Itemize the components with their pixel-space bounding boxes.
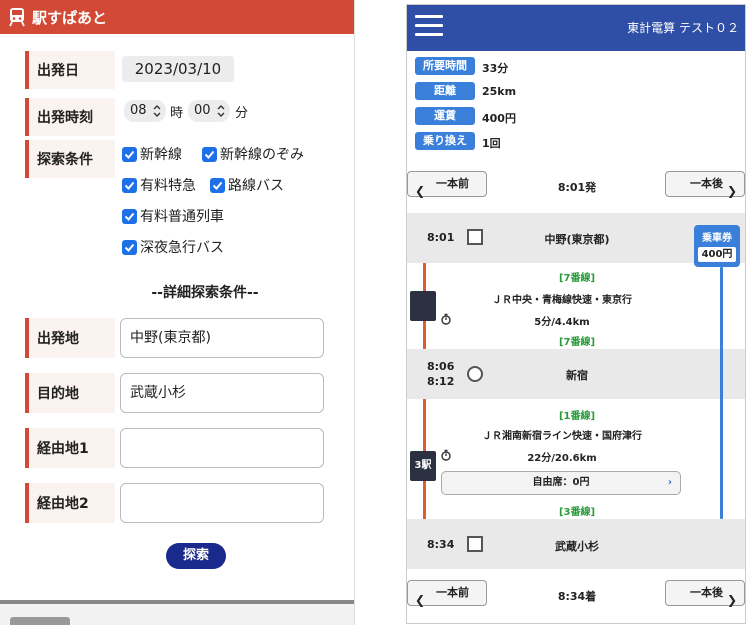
checkbox-label: 有料特急 bbox=[140, 178, 196, 194]
platform-from: [7番線] bbox=[558, 273, 596, 284]
checkbox-label: 有料普通列車 bbox=[140, 209, 224, 225]
result-header: 東計電算 テスト０２ bbox=[407, 5, 745, 51]
via2-input[interactable] bbox=[120, 483, 324, 523]
segment-stats: 5分/4.4km bbox=[534, 317, 590, 328]
duration-value: 33分 bbox=[482, 62, 509, 75]
hour-unit: 時 bbox=[170, 106, 184, 121]
minute-value: 00 bbox=[194, 103, 211, 118]
transfer-value: 1回 bbox=[482, 137, 501, 150]
checkbox-label: 路線バス bbox=[228, 178, 284, 194]
platform-from: [1番線] bbox=[558, 411, 596, 422]
search-form-pane: 駅すぱあと 出発日 2023/03/10 出発時刻 08 時 00 分 探索条件… bbox=[0, 0, 355, 625]
stop-count-badge: 3駅 bbox=[410, 451, 436, 481]
transfer-station-circle-icon bbox=[467, 366, 483, 382]
station-time: 8:01 bbox=[427, 231, 455, 244]
from-input[interactable]: 中野(東京都) bbox=[120, 318, 324, 358]
transfer-label: 乗り換え bbox=[415, 132, 475, 150]
chevron-right-icon: ❯ bbox=[726, 184, 737, 198]
checkbox-checked-icon bbox=[210, 177, 225, 193]
user-title: 東計電算 テスト０２ bbox=[627, 21, 739, 35]
conditions-label: 探索条件 bbox=[25, 140, 115, 178]
prev-train-label: 一本前 bbox=[436, 177, 469, 190]
checkbox-checked-icon bbox=[122, 208, 137, 224]
checkbox-route-bus[interactable]: 路線バス bbox=[210, 175, 284, 195]
chevron-right-icon: › bbox=[667, 477, 672, 488]
fare-value: 400円 bbox=[482, 112, 516, 125]
duration-label: 所要時間 bbox=[415, 57, 475, 75]
via1-input[interactable] bbox=[120, 428, 324, 468]
date-field[interactable]: 2023/03/10 bbox=[122, 56, 234, 82]
chevron-left-icon: ❮ bbox=[415, 184, 426, 198]
checkbox-paid-local-train[interactable]: 有料普通列車 bbox=[122, 206, 224, 226]
via1-label: 経由地1 bbox=[25, 428, 115, 468]
station-row: 8:06 8:12 新宿 bbox=[407, 349, 745, 399]
via2-label: 経由地2 bbox=[25, 483, 115, 523]
station-name: 新宿 bbox=[566, 369, 588, 382]
to-label: 目的地 bbox=[25, 373, 115, 413]
next-train-label: 一本後 bbox=[690, 177, 723, 190]
time-label: 出発時刻 bbox=[25, 98, 115, 136]
station-checkbox[interactable] bbox=[467, 229, 483, 245]
footer-bar bbox=[0, 600, 354, 625]
platform-to: [7番線] bbox=[558, 337, 596, 348]
next-train-label: 一本後 bbox=[690, 586, 723, 599]
station-row: 8:34 武蔵小杉 bbox=[407, 519, 745, 569]
train-icon bbox=[9, 8, 25, 27]
app-header: 駅すぱあと bbox=[0, 0, 354, 34]
prev-train-button[interactable]: ❮ 一本前 bbox=[407, 580, 487, 607]
checkbox-label: 新幹線 bbox=[140, 147, 182, 163]
checkbox-checked-icon bbox=[202, 146, 217, 162]
app-title: 駅すぱあと bbox=[32, 9, 108, 27]
checkbox-checked-icon bbox=[122, 239, 137, 255]
train-line: ＪＲ湘南新宿ライン快速・国府津行 bbox=[482, 431, 642, 442]
platform-to: [3番線] bbox=[558, 507, 596, 518]
to-input[interactable]: 武蔵小杉 bbox=[120, 373, 324, 413]
route-result-pane: 東計電算 テスト０２ 所要時間 33分 距離 25km 運賃 400円 乗り換え… bbox=[406, 4, 746, 624]
hamburger-menu-icon[interactable] bbox=[415, 15, 443, 39]
detail-conditions-title: --詳細探索条件-- bbox=[151, 285, 259, 301]
checkbox-checked-icon bbox=[122, 177, 137, 193]
checkbox-label: 深夜急行バス bbox=[140, 240, 224, 256]
chevron-left-icon: ❮ bbox=[415, 593, 426, 607]
date-label: 出発日 bbox=[25, 51, 115, 89]
seat-fare-label: 自由席：0円 bbox=[532, 477, 590, 488]
checkbox-label: 新幹線のぞみ bbox=[220, 147, 304, 163]
distance-label: 距離 bbox=[415, 82, 475, 100]
segment-stats: 22分/20.6km bbox=[527, 453, 597, 464]
search-button[interactable]: 探索 bbox=[166, 543, 226, 569]
updown-icon bbox=[153, 105, 161, 117]
checkbox-limited-express[interactable]: 有料特急 bbox=[122, 175, 196, 195]
station-arrive-time: 8:06 bbox=[427, 360, 455, 373]
station-name: 武蔵小杉 bbox=[555, 540, 599, 553]
train-line: ＪＲ中央・青梅線快速・東京行 bbox=[492, 295, 632, 306]
checkbox-late-night-bus[interactable]: 深夜急行バス bbox=[122, 237, 224, 257]
ticket-badge[interactable]: 乗車券 400円 bbox=[694, 225, 740, 267]
chevron-right-icon: ❯ bbox=[726, 593, 737, 607]
ticket-coverage-line bbox=[720, 267, 723, 519]
checkbox-shinkansen[interactable]: 新幹線 bbox=[122, 144, 182, 164]
seat-fare-button[interactable]: 自由席：0円 › bbox=[441, 471, 681, 495]
station-depart-time: 8:12 bbox=[427, 375, 455, 388]
prev-train-label: 一本前 bbox=[436, 586, 469, 599]
station-time: 8:34 bbox=[427, 538, 455, 551]
prev-train-button[interactable]: ❮ 一本前 bbox=[407, 171, 487, 198]
checkbox-shinkansen-nozomi[interactable]: 新幹線のぞみ bbox=[202, 144, 304, 164]
updown-icon bbox=[217, 105, 225, 117]
from-label: 出発地 bbox=[25, 318, 115, 358]
fare-label: 運賃 bbox=[415, 107, 475, 125]
footer-tab[interactable] bbox=[10, 617, 70, 625]
checkbox-checked-icon bbox=[122, 146, 137, 162]
next-train-button[interactable]: 一本後 ❯ bbox=[665, 171, 745, 198]
hour-value: 08 bbox=[130, 103, 147, 118]
minute-select[interactable]: 00 bbox=[188, 100, 230, 122]
ticket-price: 400円 bbox=[698, 247, 736, 262]
ticket-label: 乗車券 bbox=[702, 233, 732, 244]
next-train-button[interactable]: 一本後 ❯ bbox=[665, 580, 745, 607]
station-checkbox[interactable] bbox=[467, 536, 483, 552]
distance-value: 25km bbox=[482, 85, 517, 98]
hour-select[interactable]: 08 bbox=[124, 100, 166, 122]
minute-unit: 分 bbox=[235, 106, 249, 121]
